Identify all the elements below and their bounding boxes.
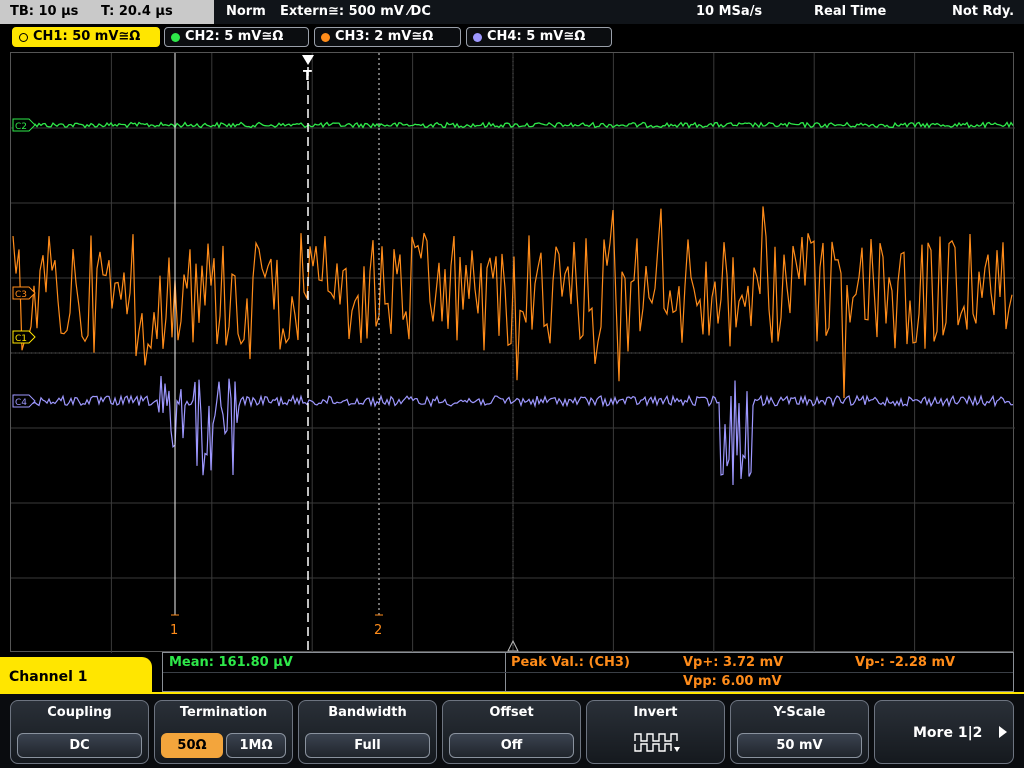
pulse-wave-icon [634, 733, 680, 752]
ch2-level-marker[interactable]: C2 [12, 118, 36, 132]
bandwidth-value[interactable]: Full [305, 733, 430, 758]
yscale-softkey[interactable]: Y-Scale 50 mV [730, 700, 869, 764]
ch4-level-marker[interactable]: C4 [12, 394, 36, 408]
channel-tab-ch4[interactable]: CH4: 5 mV≅Ω [466, 27, 612, 47]
acquisition-mode: Real Time [814, 4, 887, 19]
channel-tab-ch1[interactable]: CH1: 50 mV≅Ω [12, 27, 160, 47]
trigger-mode[interactable]: Norm [226, 0, 266, 24]
channel-tab-label: CH3: 2 mV≅Ω [335, 29, 434, 44]
ch4-dot-icon [473, 33, 482, 42]
ch1-dot-icon [19, 33, 28, 42]
trigger-time-value: T: 20.4 µs [100, 4, 173, 19]
channel-tab-label: CH2: 5 mV≅Ω [185, 29, 284, 44]
vp-minus-value: Vp-: -2.28 mV [855, 655, 956, 670]
ch1-level-marker[interactable]: C1 [12, 330, 36, 344]
more-softkey[interactable]: More 1|2 [874, 700, 1014, 764]
channel-tab-label: CH1: 50 mV≅Ω [33, 29, 141, 44]
bandwidth-softkey[interactable]: Bandwidth Full [298, 700, 437, 764]
offset-softkey[interactable]: Offset Off [442, 700, 581, 764]
peak-measurement-label: Peak Val.: (CH3) [511, 655, 630, 670]
ch3-dot-icon [321, 33, 330, 42]
ch2-marker-label: C2 [15, 122, 27, 132]
measurement-bar[interactable]: Mean: 161.80 µV Peak Val.: (CH3) Vp+: 3.… [162, 652, 1014, 692]
termination-title: Termination [179, 705, 268, 720]
mean-measurement: Mean: 161.80 µV [169, 655, 293, 670]
bandwidth-title: Bandwidth [328, 705, 407, 720]
waveform-display[interactable]: T 1 2 C2 C3 C1 C4 [10, 52, 1015, 653]
trigger-marker-label: T [303, 69, 312, 84]
channel-tab-ch3[interactable]: CH3: 2 mV≅Ω [314, 27, 461, 47]
termination-softkey[interactable]: Termination 50Ω 1MΩ [154, 700, 293, 764]
coupling-value[interactable]: DC [17, 733, 142, 758]
cursor-1-label: 1 [170, 623, 178, 638]
channel-tab-label: CH4: 5 mV≅Ω [487, 29, 586, 44]
cursor-2-label: 2 [374, 623, 382, 638]
vp-plus-value: Vp+: 3.72 mV [683, 655, 784, 670]
timebase-value: TB: 10 µs [10, 4, 79, 19]
softkey-menu: Coupling DC Termination 50Ω 1MΩ Bandwidt… [0, 692, 1024, 768]
next-arrow-icon [999, 726, 1007, 738]
sample-rate: 10 MSa/s [696, 4, 763, 19]
channel-tab-ch2[interactable]: CH2: 5 mV≅Ω [164, 27, 309, 47]
invert-title: Invert [633, 705, 678, 720]
meas-row-divider [163, 672, 1013, 673]
ch2-dot-icon [171, 33, 180, 42]
coupling-softkey[interactable]: Coupling DC [10, 700, 149, 764]
offset-value[interactable]: Off [449, 733, 574, 758]
vpp-value: Vpp: 6.00 mV [683, 674, 782, 689]
channel-tab-row: CH1: 50 mV≅Ω CH2: 5 mV≅Ω CH3: 2 mV≅Ω CH4… [0, 24, 1024, 50]
acquisition-status: Not Rdy. [952, 4, 1015, 19]
menu-title: Channel 1 [0, 657, 152, 697]
termination-50ohm-option[interactable]: 50Ω [161, 733, 223, 758]
yscale-title: Y-Scale [773, 705, 826, 720]
more-label: More 1|2 [913, 725, 983, 741]
coupling-title: Coupling [47, 705, 112, 720]
yscale-value[interactable]: 50 mV [737, 733, 862, 758]
ch3-level-marker[interactable]: C3 [12, 286, 36, 300]
trigger-source[interactable]: Extern≅: 500 mV ⁄DC [280, 0, 431, 24]
offset-title: Offset [489, 705, 534, 720]
invert-softkey[interactable]: Invert [586, 700, 725, 764]
waveform-canvas: T 1 2 C2 C3 C1 C4 [11, 53, 1015, 653]
ch4-marker-label: C4 [15, 398, 27, 408]
ch1-marker-label: C1 [15, 334, 27, 344]
termination-1mohm-option[interactable]: 1MΩ [226, 733, 286, 758]
graticule [11, 53, 1015, 653]
ch3-marker-label: C3 [15, 290, 27, 300]
timebase-block[interactable]: TB: 10 µs T: 20.4 µs [0, 0, 214, 24]
status-bar: TB: 10 µs T: 20.4 µs Norm Extern≅: 500 m… [0, 0, 1024, 24]
